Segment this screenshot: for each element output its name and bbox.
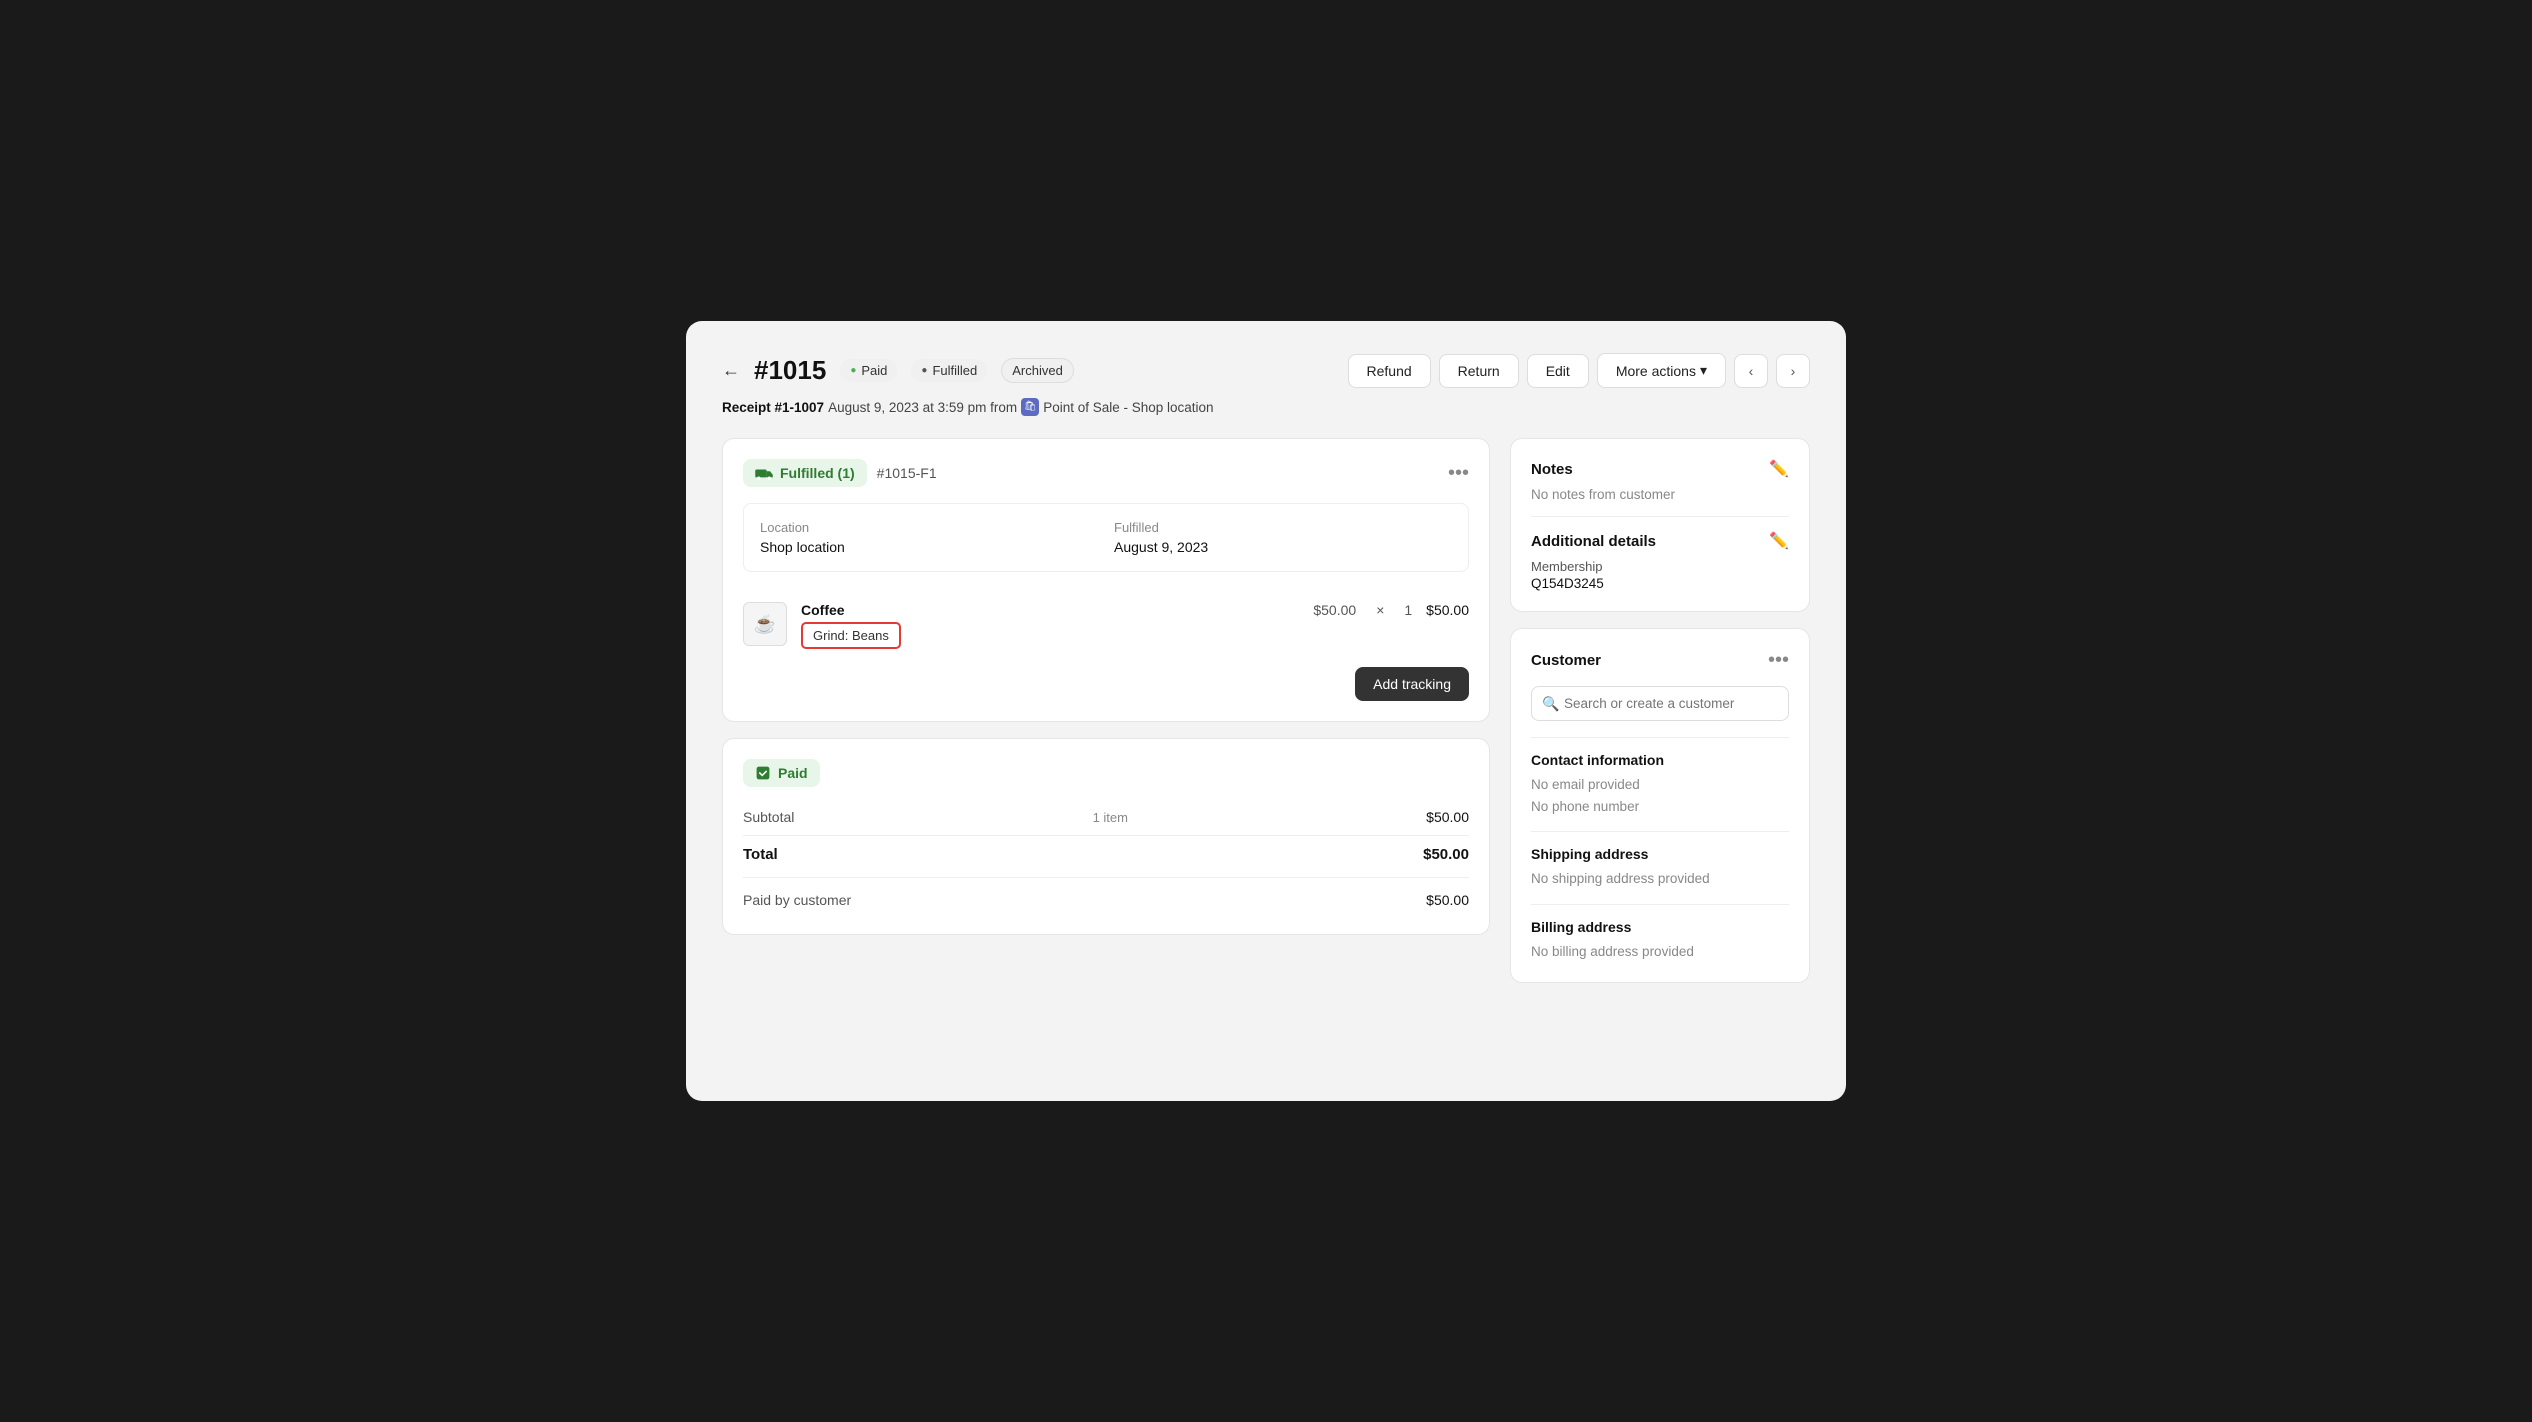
paid-card-header: Paid xyxy=(743,759,1469,787)
fulfilled-status-badge: Fulfilled (1) xyxy=(743,459,867,487)
product-multiplier: × xyxy=(1376,602,1384,618)
notes-title: Notes xyxy=(1531,461,1573,478)
product-details: Coffee Grind: Beans xyxy=(801,602,1299,649)
add-tracking-button[interactable]: Add tracking xyxy=(1355,667,1469,701)
receipt-subheader: Receipt #1-1007 August 9, 2023 at 3:59 p… xyxy=(722,398,1810,416)
notes-edit-icon[interactable]: ✏️ xyxy=(1769,459,1789,479)
search-icon: 🔍 xyxy=(1542,695,1559,712)
checkmark-icon xyxy=(755,765,771,781)
next-order-button[interactable]: › xyxy=(1776,354,1810,388)
location-label: Location xyxy=(760,520,1098,535)
location-info: Location Shop location xyxy=(760,520,1098,555)
fulfilled-card-header: Fulfilled (1) #1015-F1 ••• xyxy=(743,459,1469,487)
customer-title: Customer xyxy=(1531,652,1601,669)
receipt-number: Receipt #1-1007 xyxy=(722,400,824,415)
header-left: ← #1015 Paid Fulfilled Archived xyxy=(722,355,1074,386)
paid-card: Paid Subtotal 1 item $50.00 Total $50.00… xyxy=(722,738,1490,935)
fulfilled-label: Fulfilled xyxy=(1114,520,1452,535)
additional-details-title: Additional details xyxy=(1531,533,1656,550)
membership-label: Membership xyxy=(1531,559,1789,574)
total-label: Total xyxy=(743,846,778,863)
membership-value: Q154D3245 xyxy=(1531,576,1789,591)
customer-divider-3 xyxy=(1531,904,1789,905)
pos-icon: 🛍 xyxy=(1021,398,1039,416)
product-name: Coffee xyxy=(801,602,1299,618)
product-image: ☕ xyxy=(743,602,787,646)
header-actions: Refund Return Edit More actions ▾ ‹ › xyxy=(1348,353,1811,388)
paid-badge: Paid xyxy=(840,359,897,382)
total-row: Total $50.00 xyxy=(743,835,1469,869)
customer-card: Customer ••• 🔍 Contact information No em… xyxy=(1510,628,1810,983)
product-total: $50.00 xyxy=(1426,602,1469,618)
subtotal-row: Subtotal 1 item $50.00 xyxy=(743,803,1469,831)
customer-search-input[interactable] xyxy=(1531,686,1789,721)
location-value: Shop location xyxy=(760,539,1098,555)
main-window: ← #1015 Paid Fulfilled Archived Refund R… xyxy=(686,321,1846,1101)
archived-badge: Archived xyxy=(1001,358,1074,383)
fulfilled-title-group: Fulfilled (1) #1015-F1 xyxy=(743,459,937,487)
return-button[interactable]: Return xyxy=(1439,354,1519,388)
customer-more-menu[interactable]: ••• xyxy=(1768,649,1789,672)
customer-card-header: Customer ••• xyxy=(1531,649,1789,672)
product-variant: Grind: Beans xyxy=(801,622,901,649)
no-phone-text: No phone number xyxy=(1531,796,1789,818)
customer-divider-2 xyxy=(1531,831,1789,832)
paid-by-amount: $50.00 xyxy=(1426,892,1469,908)
notes-divider xyxy=(1531,516,1789,517)
refund-button[interactable]: Refund xyxy=(1348,354,1431,388)
customer-search-wrapper: 🔍 xyxy=(1531,686,1789,721)
billing-address-title: Billing address xyxy=(1531,919,1789,935)
product-pricing: $50.00 × 1 xyxy=(1313,602,1412,618)
right-column: Notes ✏️ No notes from customer Addition… xyxy=(1510,438,1810,983)
fulfillment-info: Location Shop location Fulfilled August … xyxy=(743,503,1469,572)
customer-divider-1 xyxy=(1531,737,1789,738)
no-billing-text: No billing address provided xyxy=(1531,941,1789,963)
subtotal-amount: $50.00 xyxy=(1426,809,1469,825)
edit-button[interactable]: Edit xyxy=(1527,354,1589,388)
paid-status-badge: Paid xyxy=(743,759,820,787)
no-notes-text: No notes from customer xyxy=(1531,487,1789,502)
left-column: Fulfilled (1) #1015-F1 ••• Location Shop… xyxy=(722,438,1490,983)
page-header: ← #1015 Paid Fulfilled Archived Refund R… xyxy=(722,353,1810,388)
fulfilled-date: August 9, 2023 xyxy=(1114,539,1452,555)
receipt-date: August 9, 2023 at 3:59 pm from xyxy=(828,400,1017,415)
contact-info-title: Contact information xyxy=(1531,752,1789,768)
pos-location: Point of Sale - Shop location xyxy=(1043,400,1213,415)
truck-icon xyxy=(755,466,773,480)
additional-edit-icon[interactable]: ✏️ xyxy=(1769,531,1789,551)
back-button[interactable]: ← xyxy=(722,360,740,381)
additional-details-header: Additional details ✏️ xyxy=(1531,531,1789,551)
payment-divider xyxy=(743,877,1469,878)
add-tracking-wrapper: Add tracking xyxy=(743,667,1469,701)
subtotal-items: 1 item xyxy=(1093,810,1128,825)
notes-card: Notes ✏️ No notes from customer Addition… xyxy=(1510,438,1810,612)
more-actions-button[interactable]: More actions ▾ xyxy=(1597,353,1726,388)
fulfilled-badge: Fulfilled xyxy=(911,359,987,382)
product-price: $50.00 xyxy=(1313,602,1356,618)
shipping-address-title: Shipping address xyxy=(1531,846,1789,862)
fulfilled-card: Fulfilled (1) #1015-F1 ••• Location Shop… xyxy=(722,438,1490,722)
no-email-text: No email provided xyxy=(1531,774,1789,796)
paid-by-row: Paid by customer $50.00 xyxy=(743,886,1469,914)
paid-by-label: Paid by customer xyxy=(743,892,851,908)
product-qty: 1 xyxy=(1404,602,1412,618)
prev-order-button[interactable]: ‹ xyxy=(1734,354,1768,388)
subtotal-label: Subtotal xyxy=(743,809,794,825)
fulfillment-id: #1015-F1 xyxy=(877,465,937,481)
fulfilled-date-info: Fulfilled August 9, 2023 xyxy=(1114,520,1452,555)
main-layout: Fulfilled (1) #1015-F1 ••• Location Shop… xyxy=(722,438,1810,983)
fulfilled-more-menu[interactable]: ••• xyxy=(1448,462,1469,485)
product-row: ☕ Coffee Grind: Beans $50.00 × 1 $50.00 xyxy=(743,592,1469,649)
total-amount: $50.00 xyxy=(1423,846,1469,863)
no-shipping-text: No shipping address provided xyxy=(1531,868,1789,890)
notes-header: Notes ✏️ xyxy=(1531,459,1789,479)
order-number: #1015 xyxy=(754,355,826,386)
